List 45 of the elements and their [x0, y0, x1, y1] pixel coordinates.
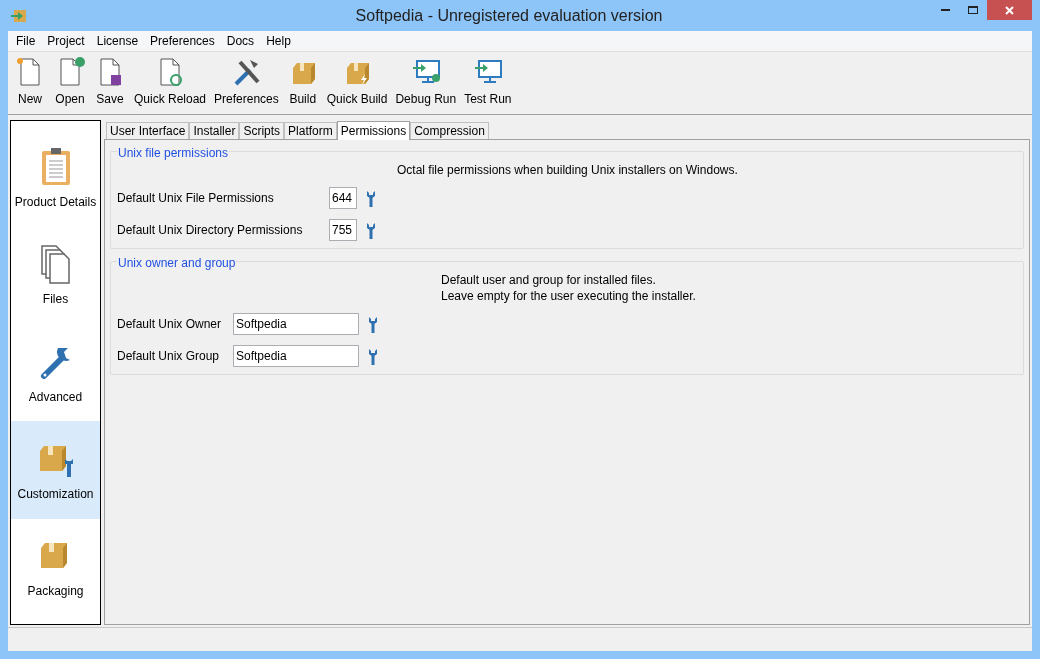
toolbar-button[interactable]: New	[10, 56, 50, 108]
tab[interactable]: Platform	[284, 122, 337, 139]
menu-item[interactable]: Help	[260, 32, 297, 50]
menu-item[interactable]: License	[90, 32, 145, 50]
field-label: Default Unix Owner	[117, 316, 223, 333]
field-label: Default Unix Directory Permissions	[117, 222, 304, 239]
input-field[interactable]: Softpedia	[233, 313, 359, 335]
menu-item[interactable]: Preferences	[144, 32, 221, 50]
toolbar-button[interactable]: Test Run	[460, 56, 516, 108]
menu-item[interactable]: Docs	[220, 32, 261, 50]
tab[interactable]: Permissions	[336, 121, 411, 140]
sidebar-item[interactable]: Advanced	[11, 323, 100, 422]
field-label: Default Unix File Permissions	[117, 190, 275, 207]
menu-item[interactable]: File	[10, 32, 42, 50]
menu-item[interactable]: Project	[41, 32, 91, 50]
wrench-icon[interactable]	[365, 189, 377, 207]
wrench-icon[interactable]	[367, 347, 379, 365]
window-title: Softpedia - Unregistered evaluation version	[354, 5, 664, 26]
app-icon	[11, 8, 27, 23]
input-field[interactable]: Softpedia	[233, 345, 359, 367]
help-text: Octal file permissions when building Unix installers on Windows.	[397, 162, 739, 178]
input-field[interactable]: 755	[329, 219, 357, 241]
sidebar-item[interactable]: Product Details	[11, 129, 100, 227]
close-icon	[1005, 5, 1014, 15]
sidebar-item[interactable]: Files	[11, 226, 100, 324]
toolbar-button[interactable]: Save	[90, 56, 130, 108]
toolbar-button[interactable]: Debug Run	[391, 56, 461, 108]
sidebar-item[interactable]: Customization	[11, 421, 100, 519]
toolbar-button[interactable]: Open	[50, 56, 90, 108]
input-field[interactable]: 644	[329, 187, 357, 209]
toolbar-button[interactable]: Quick Build	[322, 56, 392, 108]
toolbar-button[interactable]: Preferences	[210, 56, 283, 108]
toolbar-button[interactable]: Quick Reload	[130, 56, 211, 108]
tab[interactable]: User Interface	[106, 122, 190, 139]
field-label: Default Unix Group	[117, 348, 221, 365]
tab[interactable]: Installer	[189, 122, 240, 139]
tab[interactable]: Compression	[410, 122, 489, 139]
tab[interactable]: Scripts	[239, 122, 285, 139]
wrench-icon[interactable]	[365, 221, 377, 239]
close-button[interactable]	[987, 0, 1032, 20]
toolbar-button[interactable]: Build	[282, 56, 323, 108]
sidebar-item[interactable]: Packaging	[11, 518, 100, 617]
wrench-icon[interactable]	[367, 315, 379, 333]
help-text: Default user and group for installed files.	[441, 272, 657, 288]
help-text: Leave empty for the user executing the installer.	[441, 288, 697, 304]
